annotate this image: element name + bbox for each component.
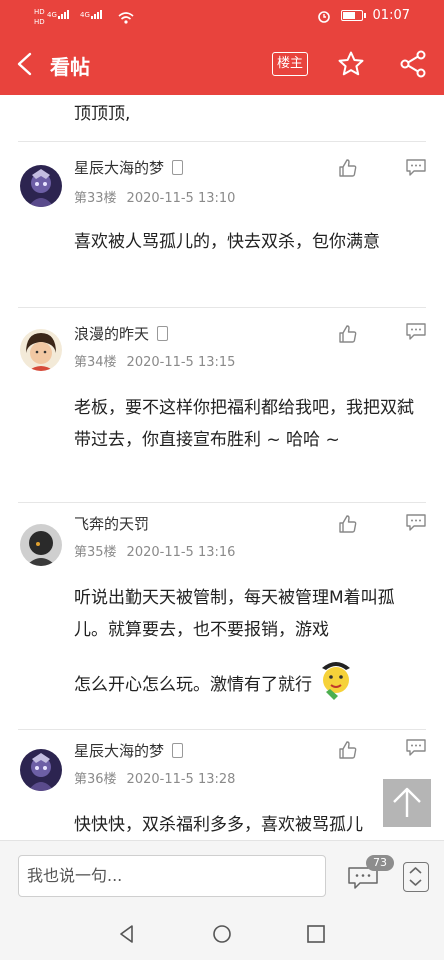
louzhu-button[interactable]: 楼主 — [272, 52, 308, 76]
thumbs-up-icon[interactable] — [338, 324, 358, 344]
signal-indicators: HD HD 4G 4G — [34, 7, 134, 25]
avatar[interactable] — [20, 329, 62, 371]
comment-icon[interactable] — [405, 513, 427, 533]
reply-input[interactable]: 我也说一句... — [18, 855, 326, 897]
post-content: 听说出勤天天被管制，每天被管理M着叫孤儿。就算要去，也不要报销，游戏 怎么开心怎… — [74, 582, 414, 701]
avatar[interactable] — [20, 749, 62, 791]
status-right: 01:07 — [317, 8, 410, 23]
reply-bar: 我也说一句... 73 — [0, 840, 444, 909]
phone-icon — [172, 160, 184, 175]
post-username[interactable]: 浪漫的昨天 — [74, 323, 169, 344]
post-floor: 第33楼 — [74, 191, 117, 206]
system-nav-bar — [0, 908, 444, 960]
post-content-line2-row: 怎么开心怎么玩。激情有了就行 — [74, 656, 414, 701]
post-content: 老板，要不这样你把福利都给我吧，我把双弑带过去，你直接宣布胜利 ~ 哈哈 ~ — [74, 398, 414, 450]
post-floor: 第36楼 — [74, 772, 117, 787]
svg-text:4G: 4G — [47, 11, 57, 19]
comment-icon[interactable] — [405, 158, 427, 178]
phone-icon — [157, 326, 169, 341]
post-floor: 第35楼 — [74, 545, 117, 560]
chevron-updown-icon — [409, 867, 422, 886]
thumbs-up-icon[interactable] — [338, 740, 358, 760]
triangle-back-icon[interactable] — [117, 924, 137, 944]
post-content: 喜欢被人骂孤儿的，快去双杀，包你满意 — [74, 232, 380, 252]
post-username[interactable]: 星辰大海的梦 — [74, 157, 184, 178]
divider — [18, 502, 426, 503]
divider — [18, 729, 426, 730]
svg-text:4G: 4G — [80, 11, 90, 19]
post-meta: 第33楼 2020-11-5 13:10 — [74, 187, 235, 206]
post-meta: 第36楼 2020-11-5 13:28 — [74, 768, 235, 787]
signal-icon: HD HD 4G — [34, 8, 69, 25]
thread-content[interactable]: 顶顶顶, 星辰大海的梦 第33楼 2020-11-5 13:10 喜欢被人骂孤儿的… — [0, 95, 444, 840]
circle-home-icon[interactable] — [212, 924, 232, 944]
arrow-up-icon — [393, 787, 421, 817]
alarm-icon — [317, 10, 330, 23]
divider — [18, 307, 426, 308]
comment-count-badge: 73 — [366, 855, 394, 871]
post-username[interactable]: 飞奔的天罚 — [74, 513, 149, 534]
signal-icon-2: 4G — [80, 10, 102, 19]
wifi-icon — [118, 12, 134, 24]
page-jump-button[interactable] — [403, 862, 429, 892]
svg-text:HD: HD — [34, 8, 45, 16]
post-floor: 第34楼 — [74, 355, 117, 370]
svg-text:HD: HD — [34, 18, 45, 25]
post-meta: 第35楼 2020-11-5 13:16 — [74, 541, 235, 560]
emoji-sticker — [316, 656, 356, 700]
post-content-line2: 怎么开心怎么玩。激情有了就行 — [74, 675, 312, 695]
chevron-left-icon[interactable] — [14, 52, 38, 76]
post-time: 2020-11-5 13:16 — [126, 545, 236, 560]
avatar[interactable] — [20, 524, 62, 566]
previous-post-fragment: 顶顶顶, — [74, 104, 131, 124]
phone-icon — [172, 743, 184, 758]
post-username[interactable]: 星辰大海的梦 — [74, 740, 184, 761]
post-time: 2020-11-5 13:28 — [126, 772, 236, 787]
battery-icon — [340, 10, 366, 21]
post-time: 2020-11-5 13:10 — [126, 191, 236, 206]
post-meta: 第34楼 2020-11-5 13:15 — [74, 351, 235, 370]
page-title: 看帖 — [50, 55, 90, 79]
star-icon[interactable] — [337, 50, 365, 78]
avatar[interactable] — [20, 165, 62, 207]
post-content-line1: 听说出勤天天被管制，每天被管理M着叫孤儿。就算要去，也不要报销，游戏 — [74, 588, 395, 640]
status-bar: HD HD 4G 4G 01:07 — [0, 0, 444, 34]
thumbs-up-icon[interactable] — [338, 158, 358, 178]
post-time: 2020-11-5 13:15 — [126, 355, 236, 370]
title-bar: 看帖 楼主 — [0, 34, 444, 95]
share-icon[interactable] — [399, 50, 427, 78]
status-time: 01:07 — [372, 8, 410, 23]
scroll-to-top-button[interactable] — [383, 779, 431, 827]
comment-icon[interactable] — [405, 738, 427, 758]
thumbs-up-icon[interactable] — [338, 514, 358, 534]
post-content: 快快快，双杀福利多多，喜欢被骂孤儿 — [74, 815, 363, 835]
comment-icon[interactable] — [405, 322, 427, 342]
square-recent-icon[interactable] — [306, 924, 326, 944]
divider — [18, 141, 426, 142]
